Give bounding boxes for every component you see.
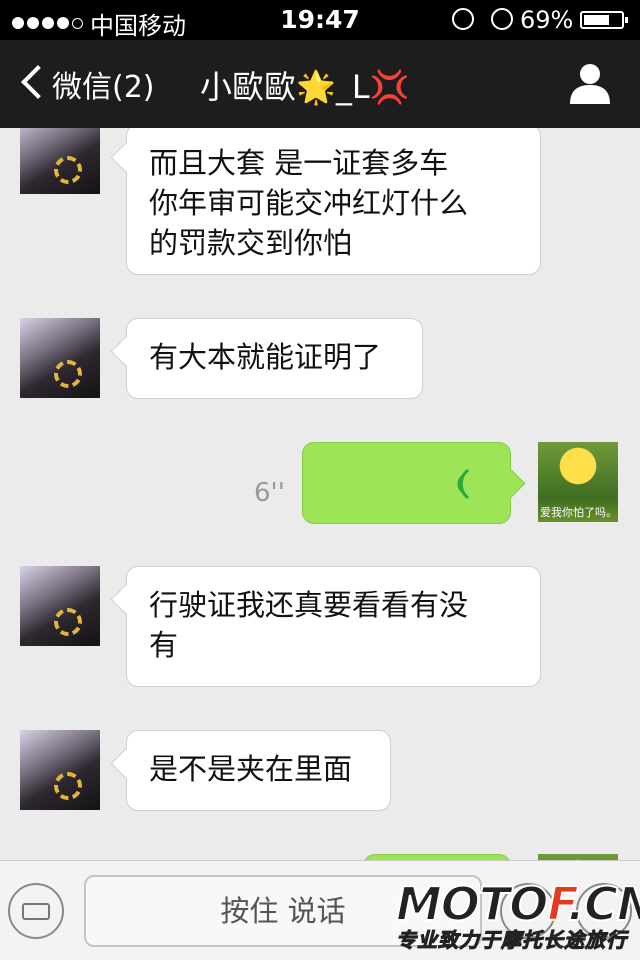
voice-message-bubble[interactable] bbox=[302, 442, 511, 524]
keyboard-icon bbox=[22, 903, 50, 920]
back-label: 微信(2) bbox=[52, 70, 155, 105]
watermark-logo: MOTOF.CN bbox=[395, 877, 640, 931]
battery-percentage: 69% bbox=[520, 6, 574, 34]
message-bubble[interactable]: 行驶证我还真要看看有没 有 bbox=[126, 566, 541, 687]
chat-messages[interactable]: 而且大套 是一证套多车 你年审可能交冲红灯什么 的罚款交到你怕 有大本就能证明了… bbox=[0, 128, 640, 860]
contact-name: 小歐歐 bbox=[200, 68, 297, 106]
profile-icon[interactable] bbox=[570, 62, 610, 104]
anger-emoji-icon: 💢 bbox=[369, 68, 410, 106]
chevron-left-icon bbox=[21, 65, 55, 99]
contact-avatar[interactable] bbox=[20, 318, 100, 398]
battery-icon bbox=[580, 11, 628, 29]
contact-avatar[interactable] bbox=[20, 566, 100, 646]
rotation-lock-icon bbox=[452, 8, 474, 30]
message-bubble[interactable]: 而且大套 是一证套多车 你年审可能交冲红灯什么 的罚款交到你怕 bbox=[126, 128, 541, 275]
star-emoji-icon: 🌟 bbox=[296, 68, 336, 106]
my-avatar[interactable]: 爱我你怕了吗。 bbox=[538, 442, 618, 522]
message-bubble[interactable]: 是不是夹在里面 bbox=[126, 730, 391, 811]
voice-duration: 6'' bbox=[254, 478, 285, 508]
chat-header: 微信(2) 小歐歐🌟_L💢 bbox=[0, 40, 640, 128]
contact-avatar[interactable] bbox=[20, 730, 100, 810]
watermark: MOTOF.CN 专业致力于摩托长途旅行 bbox=[395, 877, 640, 953]
watermark-tagline: 专业致力于摩托长途旅行 bbox=[396, 928, 627, 953]
contact-name-suffix: _L bbox=[335, 68, 370, 106]
chat-title: 小歐歐🌟_L💢 bbox=[200, 62, 410, 108]
keyboard-toggle-button[interactable] bbox=[8, 883, 64, 939]
alarm-icon bbox=[491, 8, 514, 30]
voice-waves-icon bbox=[457, 468, 470, 500]
message-bubble[interactable]: 有大本就能证明了 bbox=[126, 318, 423, 399]
avatar-caption: 爱我你怕了吗。 bbox=[540, 506, 617, 519]
contact-avatar[interactable] bbox=[20, 128, 100, 194]
status-bar: 中国移动 19:47 69% bbox=[0, 0, 640, 40]
